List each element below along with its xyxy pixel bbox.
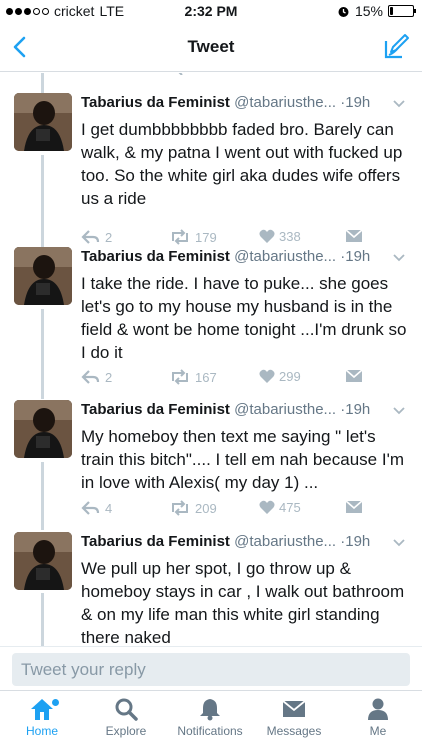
battery-percent: 15%: [354, 3, 383, 19]
retweet-icon[interactable]: [171, 73, 193, 75]
tweet[interactable]: Tabarius da Feminist @tabariusthe... ·19…: [0, 86, 422, 261]
chevron-down-icon[interactable]: [392, 538, 406, 548]
envelope-icon: [282, 700, 306, 717]
tab-bar: Home Explore Notifications Messages Me: [0, 690, 422, 750]
person-icon: [368, 698, 388, 720]
reply-count: 2: [105, 369, 113, 385]
envelope-icon: [345, 369, 363, 382]
alarm-icon: [338, 6, 349, 17]
heart-icon: [259, 369, 275, 383]
direct-message-button[interactable]: [345, 369, 363, 383]
tab-explore[interactable]: Explore: [84, 697, 168, 738]
tab-label: Messages: [266, 724, 322, 738]
tweet-time: 19h: [345, 94, 371, 111]
reply-button[interactable]: 2: [81, 369, 112, 385]
direct-message-button[interactable]: [345, 500, 363, 514]
envelope-icon: [345, 500, 363, 513]
like-count: 475: [279, 500, 301, 515]
tweet[interactable]: Tabarius da Feminist @tabariusthe... ·19…: [0, 393, 422, 528]
tweet-text: I take the ride. I have to puke... she g…: [81, 274, 407, 362]
previous-tweet-actions: [0, 73, 422, 81]
retweet-button[interactable]: 167: [169, 369, 217, 385]
page-title: Tweet: [187, 37, 235, 56]
retweet-count: 167: [195, 369, 217, 385]
battery-icon: [388, 5, 416, 17]
retweet-count: 209: [195, 500, 217, 516]
author-name[interactable]: Tabarius da Feminist: [81, 533, 230, 550]
tweet-time: 19h: [345, 533, 371, 550]
reply-icon: [81, 370, 100, 384]
tab-messages[interactable]: Messages: [252, 697, 336, 738]
tweet[interactable]: Tabarius da Feminist @tabariusthe... ·19…: [0, 525, 422, 646]
tab-notifications[interactable]: Notifications: [168, 697, 252, 738]
tab-home[interactable]: Home: [0, 697, 84, 738]
like-button[interactable]: 475: [259, 500, 301, 515]
reply-button[interactable]: 4: [81, 500, 112, 516]
author-handle[interactable]: @tabariusthe...: [234, 533, 336, 550]
avatar[interactable]: [14, 93, 72, 151]
retweet-button[interactable]: 209: [169, 500, 217, 516]
tab-me[interactable]: Me: [336, 697, 420, 738]
battery-info: 15%: [337, 3, 416, 19]
tweet-header: Tabarius da Feminist @tabariusthe... ·19…: [81, 248, 411, 265]
nav-bar: Tweet: [0, 22, 422, 72]
author-name[interactable]: Tabarius da Feminist: [81, 248, 230, 265]
tweet-text: My homeboy then text me saying " let's t…: [81, 427, 404, 492]
search-icon: [115, 698, 138, 721]
tweet-thread: Tabarius da Feminist @tabariusthe... ·19…: [0, 73, 422, 646]
like-button[interactable]: 299: [259, 369, 301, 384]
chevron-down-icon[interactable]: [392, 406, 406, 416]
author-handle[interactable]: @tabariusthe...: [234, 94, 336, 111]
tweet-header: Tabarius da Feminist @tabariusthe... ·19…: [81, 533, 411, 550]
author-name[interactable]: Tabarius da Feminist: [81, 94, 230, 111]
author-handle[interactable]: @tabariusthe...: [234, 248, 336, 265]
chevron-down-icon[interactable]: [392, 253, 406, 263]
tweet[interactable]: Tabarius da Feminist @tabariusthe... ·19…: [0, 240, 422, 395]
tweet-header: Tabarius da Feminist @tabariusthe... ·19…: [81, 94, 411, 111]
new-content-dot: [52, 699, 59, 706]
like-count: 299: [279, 369, 301, 384]
compose-icon[interactable]: [382, 33, 410, 61]
retweet-icon: [172, 500, 188, 516]
tweet-time: 19h: [345, 401, 371, 418]
tab-label: Explore: [105, 724, 147, 738]
avatar[interactable]: [14, 532, 72, 590]
chevron-down-icon[interactable]: [392, 99, 406, 109]
retweet-icon: [172, 369, 188, 385]
avatar[interactable]: [14, 247, 72, 305]
tweet-text: I get dumbbbbbbbb faded bro. Barely can …: [81, 120, 403, 208]
author-handle[interactable]: @tabariusthe...: [234, 401, 336, 418]
tweet-text: We pull up her spot, I go throw up & hom…: [81, 559, 405, 646]
tweet-actions: 2 167 299: [81, 369, 391, 389]
reply-input[interactable]: Tweet your reply: [12, 653, 410, 686]
reply-icon: [81, 501, 100, 515]
status-bar: cricket LTE 2:32 PM 15%: [0, 0, 422, 22]
tab-label: Notifications: [177, 724, 243, 738]
home-icon: [31, 699, 53, 720]
avatar[interactable]: [14, 400, 72, 458]
author-name[interactable]: Tabarius da Feminist: [81, 401, 230, 418]
heart-icon: [259, 500, 275, 514]
reply-bar: Tweet your reply: [0, 646, 422, 690]
tab-label: Me: [369, 724, 387, 738]
tab-label: Home: [25, 724, 58, 738]
tweet-header: Tabarius da Feminist @tabariusthe... ·19…: [81, 401, 411, 418]
tweet-time: 19h: [345, 248, 371, 265]
reply-count: 4: [105, 500, 113, 516]
tweet-actions: 4 209 475: [81, 500, 391, 520]
bell-icon: [200, 699, 220, 721]
